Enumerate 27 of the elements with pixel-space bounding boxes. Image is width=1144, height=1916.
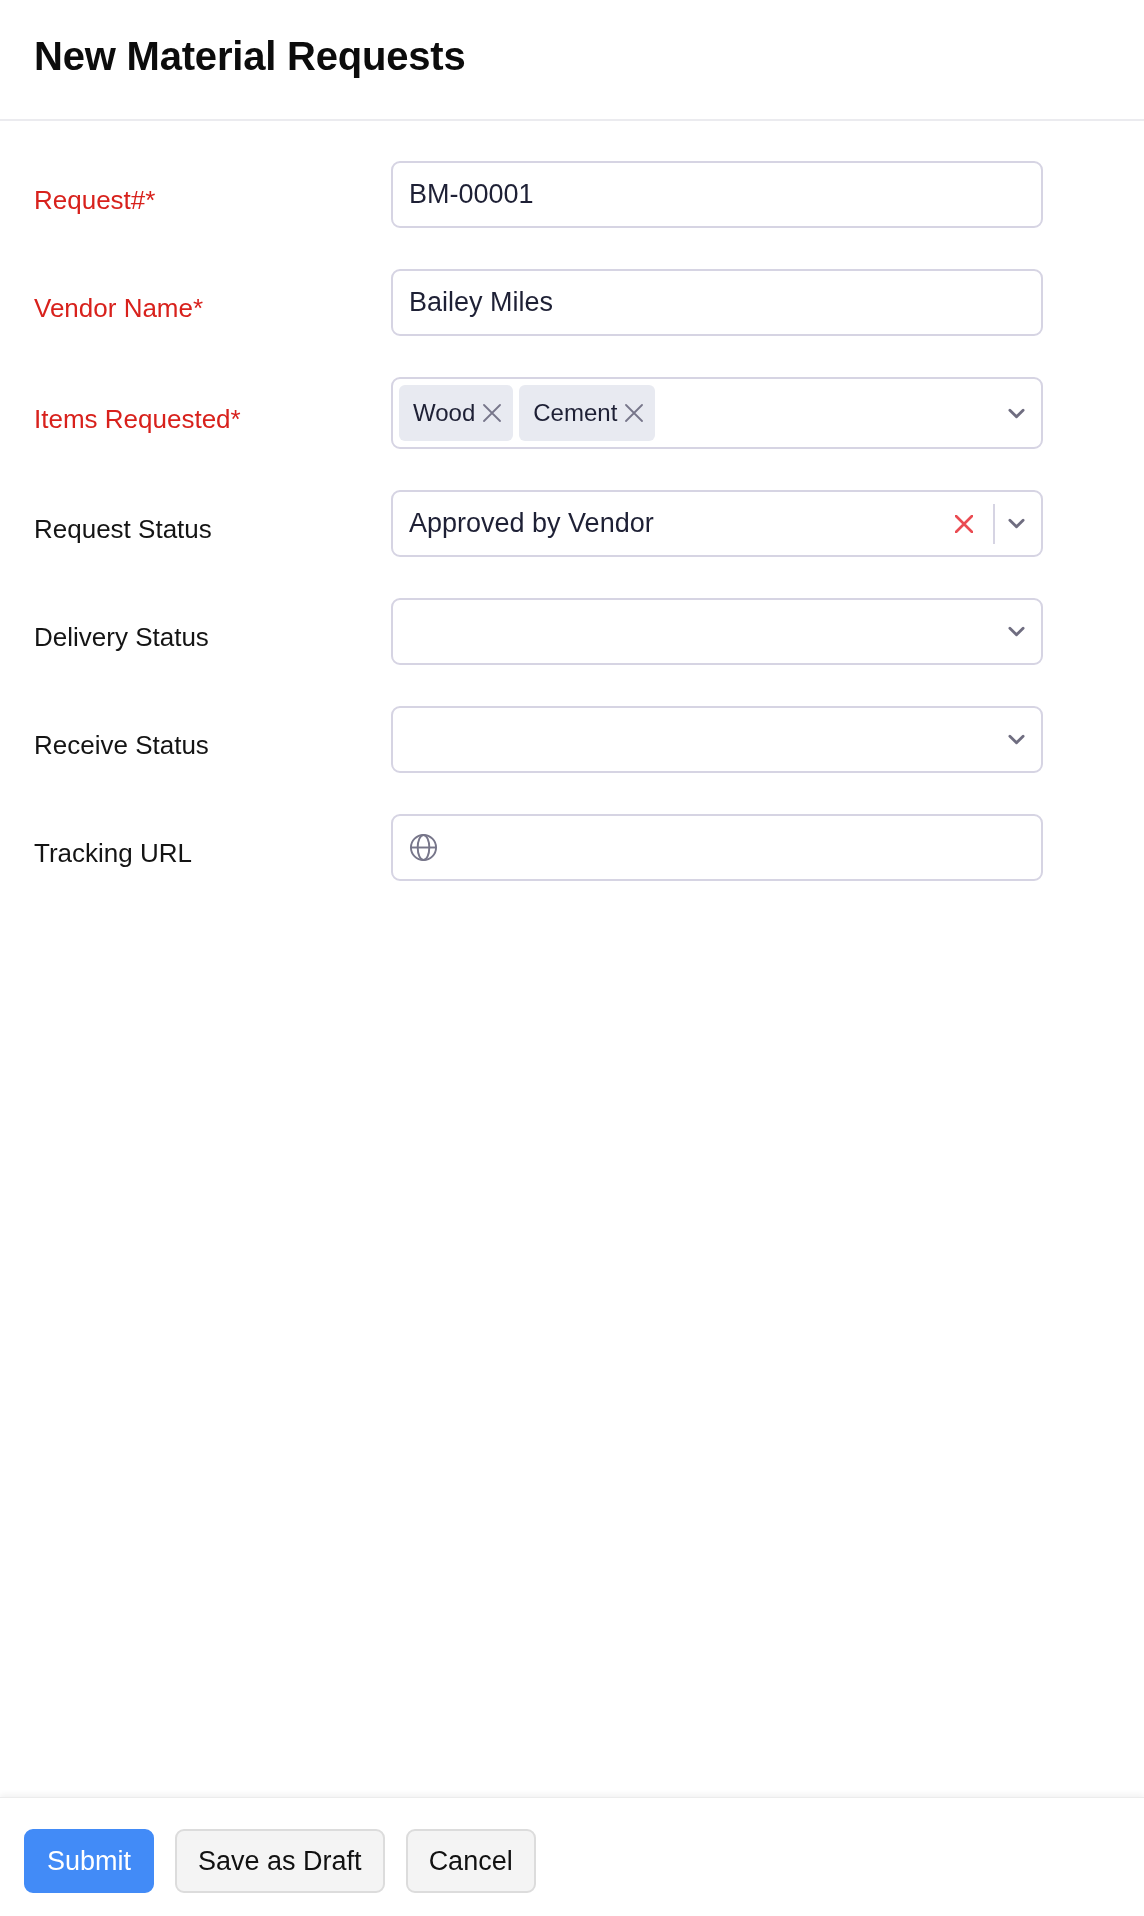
close-icon[interactable] [955, 514, 973, 533]
field-label: Tracking URL [34, 837, 192, 869]
url-field[interactable] [391, 814, 1043, 881]
secondary-button[interactable]: Save as Draft [175, 1829, 385, 1893]
chevron-down-icon[interactable] [1008, 734, 1025, 745]
close-icon[interactable] [625, 404, 644, 422]
chevron-down-icon[interactable] [1008, 407, 1025, 419]
field-label: Items Requested* [34, 402, 241, 435]
text-field[interactable]: Bailey Miles [391, 269, 1043, 336]
page-title: New Material Requests [34, 34, 466, 79]
field-label: Vendor Name* [34, 292, 204, 324]
secondary-button[interactable]: Cancel [405, 1829, 536, 1893]
field-label: Request#* [34, 184, 156, 216]
tag-label: Wood [413, 399, 476, 427]
select-field[interactable]: Approved by Vendor [391, 490, 1043, 557]
select-field[interactable] [391, 706, 1043, 773]
chevron-down-icon[interactable] [1008, 626, 1025, 637]
close-icon[interactable] [483, 404, 502, 422]
multi-select-field[interactable]: Wood Cement [391, 377, 1043, 449]
text-field[interactable]: BM-00001 [391, 161, 1043, 228]
field-label: Request Status [34, 513, 212, 545]
tag-label: Cement [533, 399, 618, 427]
field-label: Receive Status [34, 729, 209, 761]
field-label: Delivery Status [34, 621, 209, 653]
chevron-down-icon[interactable] [1008, 518, 1025, 529]
select-field[interactable] [391, 598, 1043, 665]
globe-icon [409, 833, 438, 862]
